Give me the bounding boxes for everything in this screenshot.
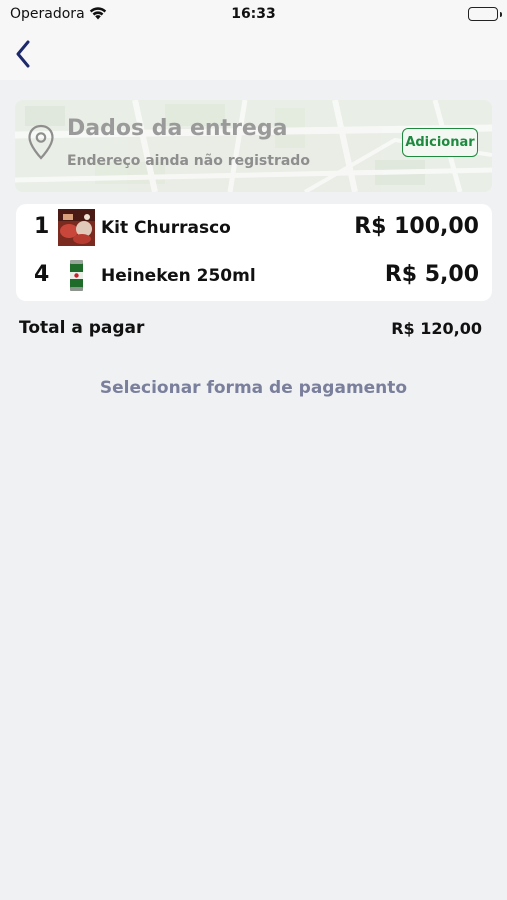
order-items-card: 1 Kit Churrasco R$ 100,00 4 Heineken 250… (16, 204, 492, 301)
chevron-left-icon (16, 40, 30, 68)
beer-can-thumbnail (58, 257, 95, 294)
item-name: Heineken 250ml (101, 266, 256, 286)
item-price: R$ 5,00 (384, 262, 479, 287)
status-bar: Operadora 16:33 (0, 0, 507, 30)
list-item: 1 Kit Churrasco R$ 100,00 (16, 208, 492, 248)
barbecue-kit-thumbnail (58, 209, 95, 246)
item-price: R$ 100,00 (354, 214, 479, 239)
item-name: Kit Churrasco (101, 218, 231, 238)
location-pin-icon (27, 124, 55, 164)
clock: 16:33 (231, 6, 276, 22)
total-value: R$ 120,00 (391, 319, 482, 338)
battery-icon (468, 7, 502, 21)
item-quantity: 1 (34, 214, 50, 239)
item-quantity: 4 (34, 262, 50, 287)
delivery-card: Dados da entrega Endereço ainda não regi… (15, 100, 492, 192)
list-item: 4 Heineken 250ml R$ 5,00 (16, 256, 492, 296)
total-label: Total a pagar (19, 318, 145, 338)
navigation-bar (0, 30, 507, 80)
back-button[interactable] (8, 36, 38, 72)
select-payment-method-button[interactable]: Selecionar forma de pagamento (0, 378, 507, 398)
delivery-title: Dados da entrega (67, 116, 288, 141)
delivery-address-status: Endereço ainda não registrado (67, 153, 310, 169)
add-address-button[interactable]: Adicionar (402, 128, 478, 157)
